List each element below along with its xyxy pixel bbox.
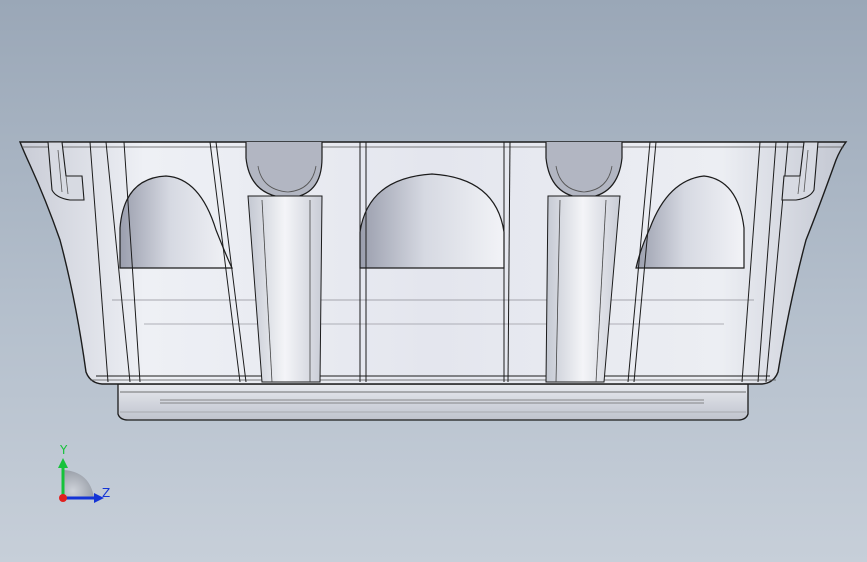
part-model[interactable]: Y Z bbox=[0, 0, 867, 562]
x-axis-dot bbox=[59, 494, 67, 502]
graphics-viewport[interactable]: Y Z bbox=[0, 0, 867, 562]
base-ring[interactable] bbox=[117, 383, 749, 421]
y-axis-arrowhead bbox=[58, 458, 68, 468]
orientation-triad: Y Z bbox=[58, 443, 110, 503]
triad-plane bbox=[64, 470, 94, 500]
y-axis-label: Y bbox=[59, 443, 68, 457]
z-axis-label: Z bbox=[102, 486, 110, 500]
